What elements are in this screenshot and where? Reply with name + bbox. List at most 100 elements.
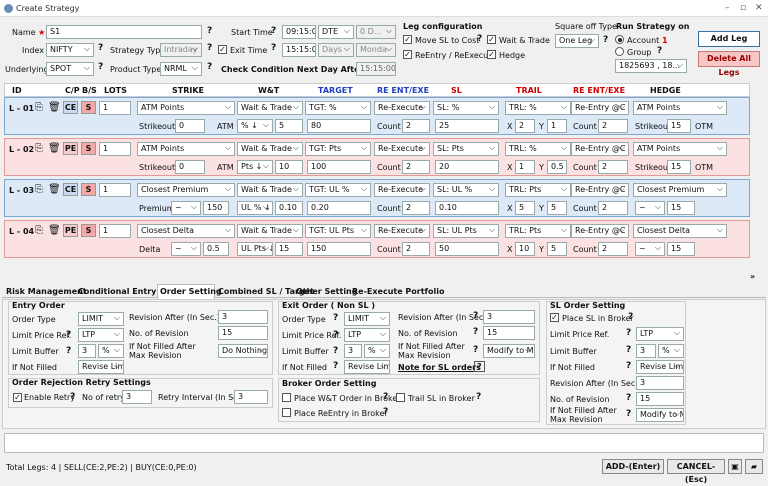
tab-other-setting[interactable]: Other Setting [296,287,357,296]
place-reentry-checkbox[interactable] [282,408,291,417]
entry-buffer-input[interactable]: 3 [78,344,96,358]
count-input[interactable]: 2 [402,160,430,174]
sl-value-input[interactable]: 50 [435,242,499,256]
sl-select[interactable]: SL: UL % [433,183,499,197]
exit-buffer-unit-select[interactable]: % [364,344,390,358]
help-icon[interactable]: ? [66,330,71,340]
start-mode-select[interactable]: DTE [318,25,354,39]
sl-select[interactable]: SL: UL Pts [433,224,499,238]
target-select[interactable]: TGT: Pts [305,142,371,156]
expand-icon[interactable]: » [750,272,755,281]
strike-op-select[interactable]: ~ [171,201,201,215]
copy-icon[interactable]: ⎘ [35,102,43,113]
index-select[interactable]: NIFTY [46,43,94,57]
sl-value-input[interactable]: 0.10 [435,201,499,215]
hedge-value-input[interactable]: 15 [667,160,691,174]
help-icon[interactable]: ? [657,46,662,56]
wt-value-input[interactable]: 10 [275,160,303,174]
hedge-select[interactable]: Closest Premium [633,183,727,197]
reentry-select[interactable]: Re-Execute [374,142,430,156]
help-icon[interactable]: ? [207,43,212,53]
reentry2-select[interactable]: Re-Entry @C [571,101,629,115]
help-icon[interactable]: ? [271,43,276,53]
target-select[interactable]: TGT: UL Pts [305,224,371,238]
hedge-checkbox[interactable]: ✓ [487,50,496,59]
check-condition-input[interactable]: 15:15:00 [356,62,396,76]
enable-retry-checkbox[interactable]: ✓ [13,393,22,402]
exit-limit-ref-select[interactable]: LTP [344,328,390,342]
help-icon[interactable]: ? [207,26,212,36]
target-value-input[interactable]: 80 [307,119,371,133]
strike-value-input[interactable]: 150 [203,201,229,215]
name-input[interactable]: S1 [46,25,202,39]
maximize-icon[interactable]: ▫ [740,3,746,13]
help-icon[interactable]: ? [626,409,631,419]
count-input[interactable]: 2 [402,201,430,215]
trail-select[interactable]: TRL: Pts [505,183,571,197]
count2-input[interactable]: 2 [598,160,628,174]
start-offset-select[interactable]: 0 D... [356,25,396,39]
entry-max-rev-select[interactable]: Do Nothing [218,344,268,358]
delete-icon[interactable]: 🗑 [48,143,61,154]
tab-reexecute-portfolio[interactable]: Re-Execute Portfolio [352,287,445,296]
hedge-value-input[interactable]: 15 [667,119,691,133]
strike-select[interactable]: Closest Delta [137,224,235,238]
bs-toggle[interactable]: S [81,183,96,196]
group-radio[interactable] [615,47,624,56]
square-off-select[interactable]: One Leg [555,34,599,48]
exit-max-rev-select[interactable]: Modify to M [483,344,535,358]
help-icon[interactable]: ? [66,346,71,356]
trail-x-input[interactable]: 5 [515,201,535,215]
strike-select[interactable]: Closest Premium [137,183,235,197]
help-icon[interactable]: ? [70,392,75,402]
place-sl-checkbox[interactable]: ✓ [550,313,559,322]
help-icon[interactable]: ? [477,34,482,44]
help-icon[interactable]: ? [473,345,478,355]
no-retry-input[interactable]: 3 [122,390,152,404]
exit-time-checkbox[interactable]: ✓ [218,45,227,54]
lots-input[interactable]: 1 [99,224,131,238]
wt-unit-select[interactable]: Pts ↓ [237,160,273,174]
delete-all-legs-button[interactable]: Delete All Legs [698,51,760,77]
hedge-op-select[interactable]: ~ [635,242,665,256]
delete-icon[interactable]: 🗑 [48,102,61,113]
tab-risk-management[interactable]: Risk Management [6,287,87,296]
sl-value-input[interactable]: 20 [435,160,499,174]
help-icon[interactable]: ? [207,62,212,72]
entry-no-rev-input[interactable]: 15 [218,326,268,340]
wt-select[interactable]: Wait & Trade [237,142,303,156]
hedge-value-input[interactable]: 15 [667,242,695,256]
delete-icon[interactable]: 🗑 [48,225,61,236]
cp-toggle[interactable]: PE [63,224,78,237]
exit-no-rev-input[interactable]: 15 [483,326,535,340]
hedge-value-input[interactable]: 15 [667,201,695,215]
sl-value-input[interactable]: 25 [435,119,499,133]
help-icon[interactable]: ? [626,345,631,355]
trail-x-input[interactable]: 10 [515,242,535,256]
folder-icon[interactable]: ▰ [745,459,763,474]
count2-input[interactable]: 2 [598,242,628,256]
cp-toggle[interactable]: CE [63,183,78,196]
save-icon[interactable]: ▣ [728,459,742,474]
tab-order-setting[interactable]: Order Setting [160,287,222,296]
target-select[interactable]: TGT: % [305,101,371,115]
reentry-checkbox[interactable]: ✓ [403,50,412,59]
help-icon[interactable]: ? [473,327,478,337]
exit-day-select[interactable]: Monda [356,43,396,57]
wt-unit-select[interactable]: UL % ↓ [237,201,273,215]
help-icon[interactable]: ? [473,311,478,321]
reentry2-select[interactable]: Re-Entry @C [571,224,629,238]
help-icon[interactable]: ? [333,330,338,340]
help-icon[interactable]: ? [333,361,338,371]
help-icon[interactable]: ? [271,26,276,36]
help-icon[interactable]: ? [628,312,633,322]
exit-order-type-select[interactable]: LIMIT [344,312,390,326]
strike-select[interactable]: ATM Points [137,101,235,115]
target-value-input[interactable]: 150 [307,242,371,256]
bs-toggle[interactable]: S [81,142,96,155]
target-value-input[interactable]: 0.20 [307,201,371,215]
strategy-type-select[interactable]: Intraday [160,43,202,57]
wt-select[interactable]: Wait & Trade [237,224,303,238]
move-sl-checkbox[interactable]: ✓ [403,35,412,44]
sl-select[interactable]: SL: Pts [433,142,499,156]
